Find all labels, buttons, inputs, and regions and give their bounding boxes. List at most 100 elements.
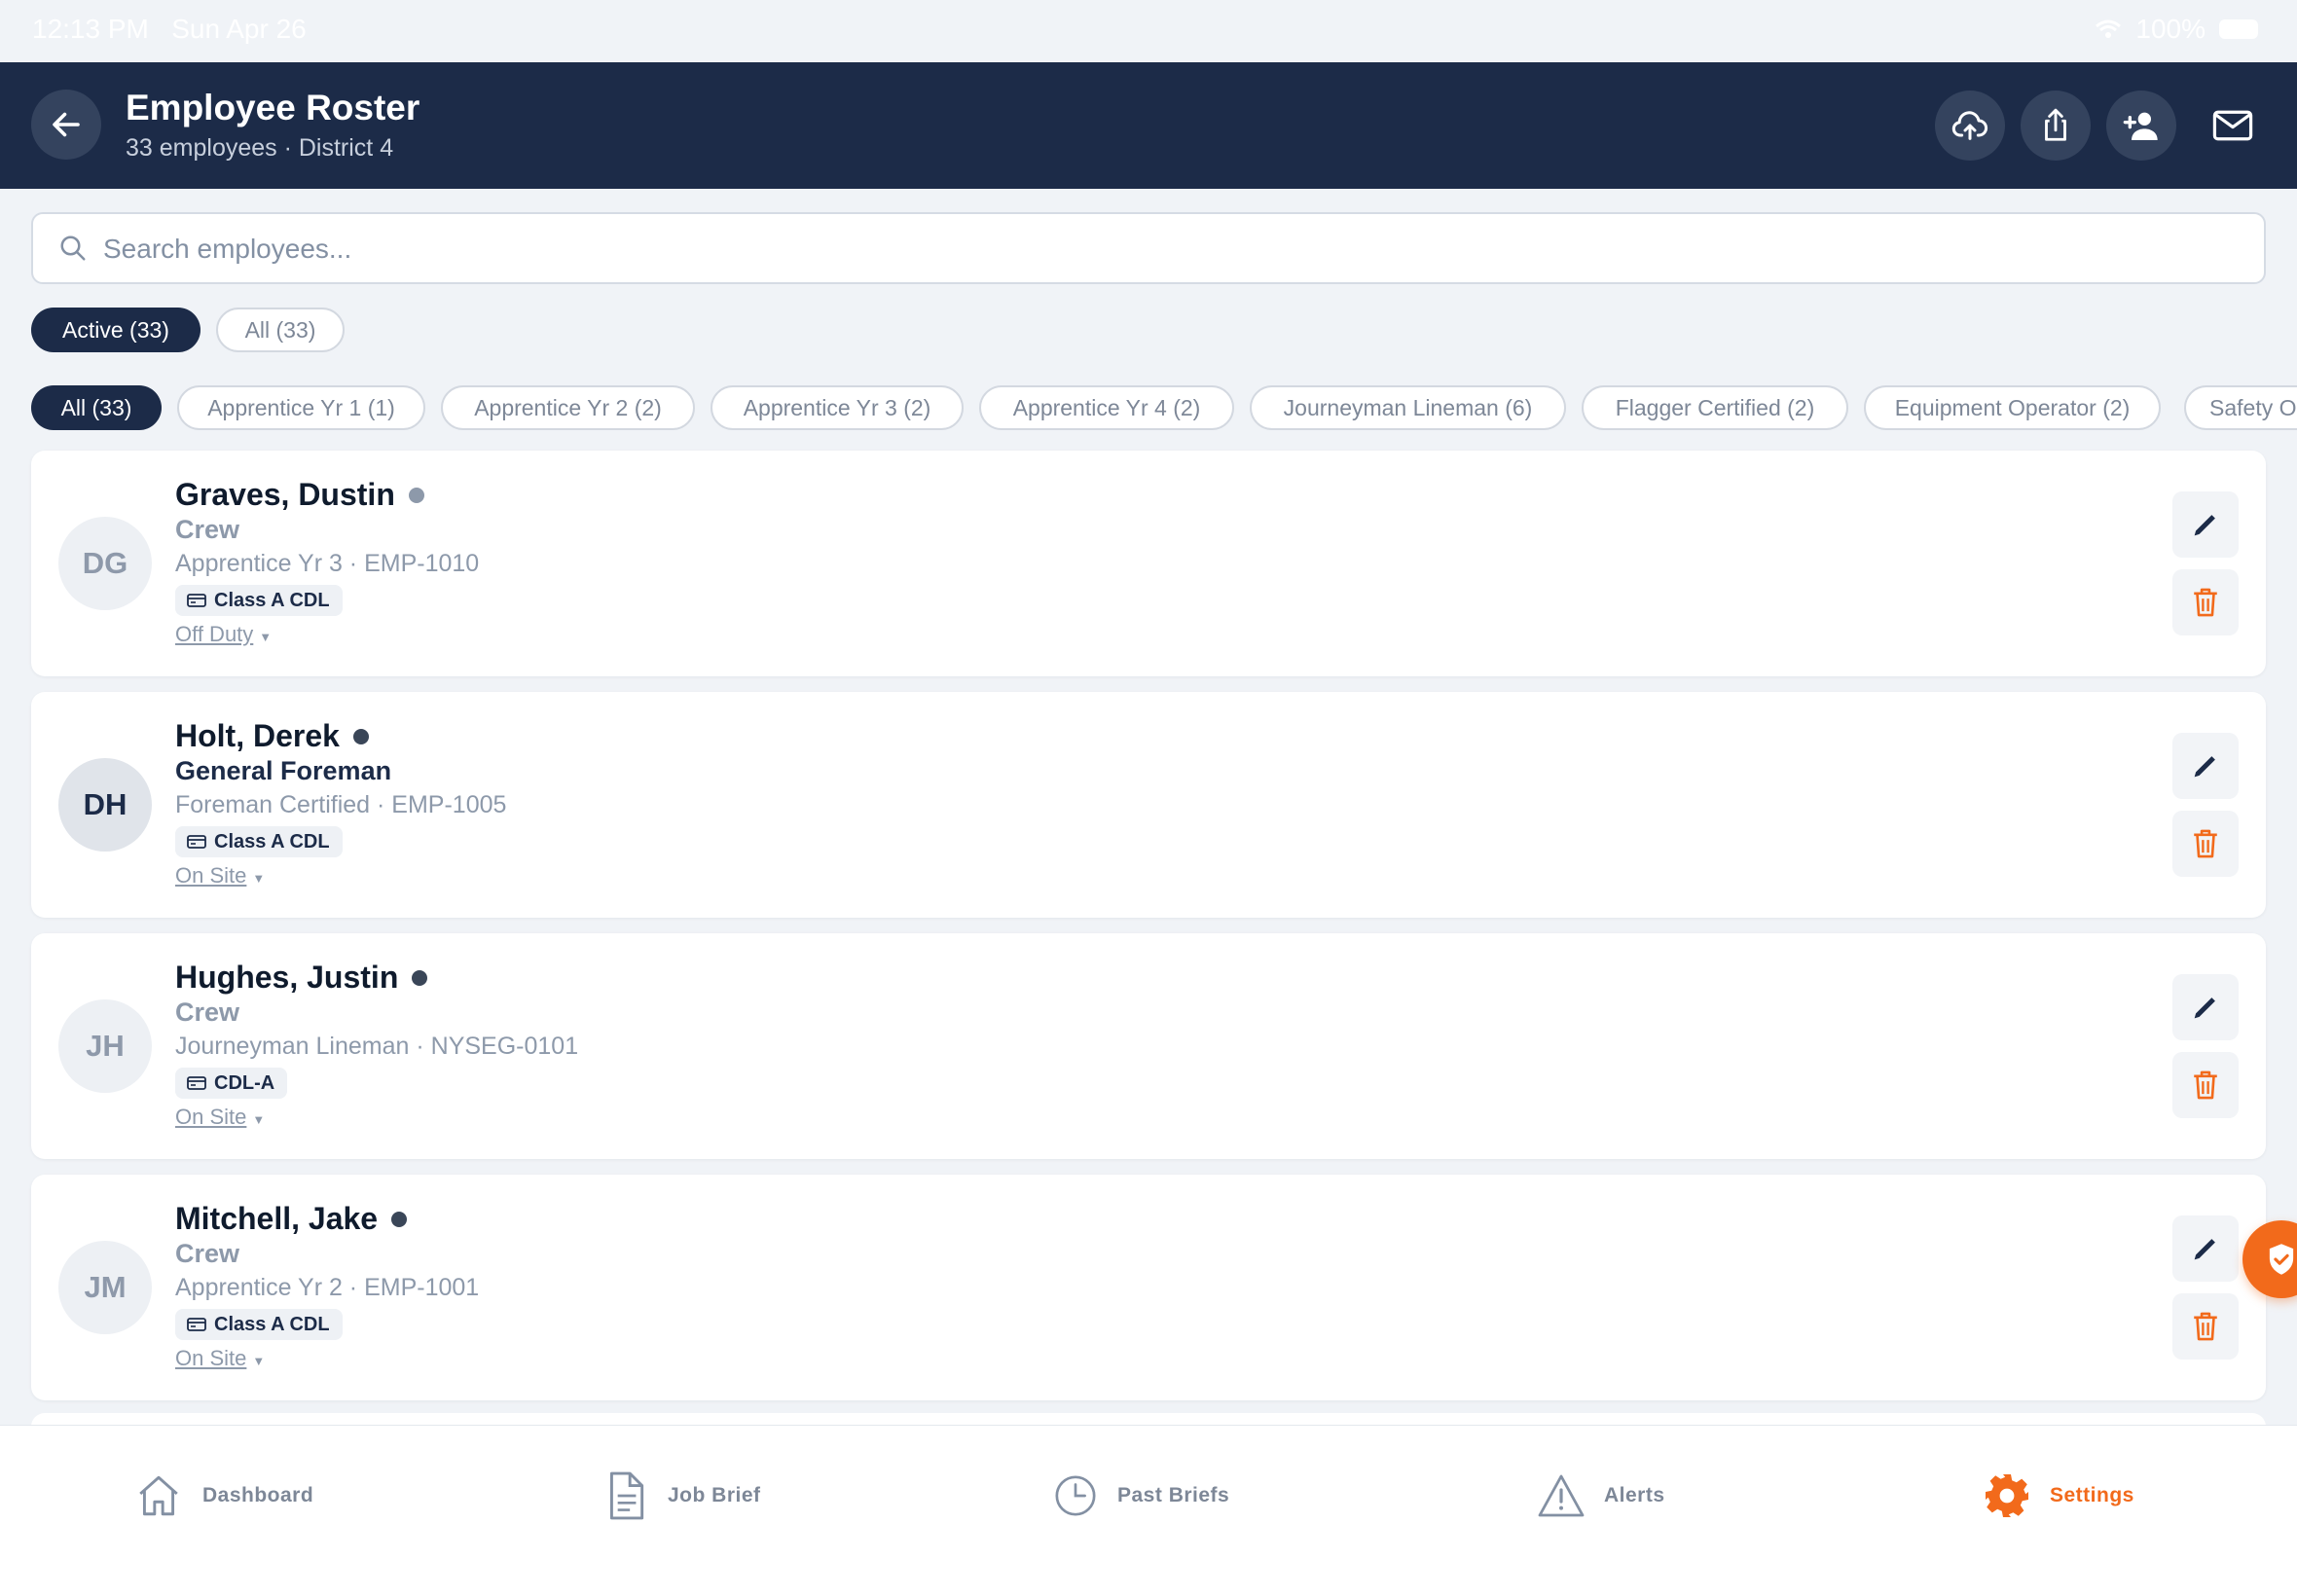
wifi-icon [2096, 19, 2122, 38]
mail-icon [2212, 110, 2253, 141]
role-filter-equipment-operator[interactable]: Equipment Operator (2) [1864, 385, 2161, 430]
upload-button[interactable] [1935, 91, 2005, 161]
license-label: CDL-A [214, 1071, 275, 1094]
tab-settings[interactable]: Settings [1984, 1467, 2134, 1525]
shield-check-icon [2269, 1244, 2294, 1275]
cloud-upload-icon [1951, 111, 1988, 140]
employee-name: Graves, Dustin [175, 477, 395, 512]
employee-card[interactable]: DG Graves, Dustin Crew Apprentice Yr 3 ·… [31, 451, 2266, 676]
role-filter-apprentice-yr3[interactable]: Apprentice Yr 3 (2) [711, 385, 964, 430]
employee-name: Mitchell, Jake [175, 1201, 379, 1236]
duty-status-dropdown[interactable]: On Site ▼ [175, 1105, 265, 1130]
page-title: Employee Roster [126, 88, 420, 127]
delete-button[interactable] [2172, 811, 2239, 877]
employee-name: Hughes, Justin [175, 960, 399, 995]
tab-label: Settings [2050, 1484, 2134, 1506]
employee-role: Crew [175, 515, 240, 544]
license-badge: Class A CDL [175, 826, 343, 857]
delete-button[interactable] [2172, 569, 2239, 635]
trash-icon [2194, 829, 2217, 858]
caret-down-icon: ▼ [252, 871, 266, 886]
duty-status-dropdown[interactable]: On Site ▼ [175, 863, 265, 889]
license-badge: Class A CDL [175, 1309, 343, 1340]
role-filter-flagger-certified[interactable]: Flagger Certified (2) [1582, 385, 1848, 430]
duty-status-dropdown[interactable]: Off Duty ▼ [175, 622, 272, 647]
trash-icon [2194, 588, 2217, 617]
share-icon [2045, 108, 2066, 141]
caret-down-icon: ▼ [259, 630, 273, 644]
tab-dashboard[interactable]: Dashboard [134, 1467, 313, 1525]
license-badge: CDL-A [175, 1068, 288, 1099]
back-button[interactable] [31, 90, 101, 160]
id-card-icon [187, 835, 206, 849]
tab-alerts[interactable]: Alerts [1538, 1467, 1665, 1525]
role-filter-strip: All (33) Apprentice Yr 1 (1) Apprentice … [0, 383, 2297, 432]
search-bar [31, 212, 2266, 284]
name-row: Graves, Dustin [175, 477, 424, 513]
trash-icon [2194, 1312, 2217, 1341]
warning-icon [1538, 1474, 1585, 1517]
employee-card[interactable]: JM Mitchell, Jake Crew Apprentice Yr 2 ·… [31, 1175, 2266, 1400]
status-indicators: 100% [2095, 14, 2258, 45]
status-time: 12:13 PM Sun Apr 26 [32, 14, 307, 44]
page-subtitle: 33 employees · District 4 [126, 134, 394, 162]
pencil-icon [2194, 1239, 2215, 1260]
employee-card[interactable]: DH Holt, Derek General Foreman Foreman C… [31, 692, 2266, 918]
mail-button[interactable] [2198, 91, 2268, 161]
tab-label: Dashboard [202, 1484, 314, 1506]
role-filter-safety[interactable]: Safety O [2184, 385, 2297, 430]
edit-button[interactable] [2172, 1215, 2239, 1282]
tab-label: Job Brief [668, 1484, 761, 1506]
tab-past-briefs[interactable]: Past Briefs [1053, 1467, 1229, 1525]
bottom-tab-bar: Dashboard Job Brief Past Briefs Alerts S… [0, 1425, 2297, 1596]
avatar: JM [58, 1241, 152, 1334]
employee-role: Crew [175, 1239, 240, 1268]
share-button[interactable] [2021, 91, 2091, 161]
filter-active[interactable]: Active (33) [31, 308, 201, 352]
clock-icon [1055, 1475, 1096, 1516]
role-filter-journeyman-lineman[interactable]: Journeyman Lineman (6) [1250, 385, 1566, 430]
employee-detail: Apprentice Yr 3 · EMP-1010 [175, 550, 480, 577]
search-input[interactable] [103, 226, 2225, 272]
id-card-icon [187, 594, 206, 607]
role-filter-all[interactable]: All (33) [31, 385, 162, 430]
tab-job-brief[interactable]: Job Brief [603, 1467, 761, 1525]
battery-icon [2219, 19, 2258, 39]
employee-role: General Foreman [175, 756, 392, 785]
edit-button[interactable] [2172, 733, 2239, 799]
edit-button[interactable] [2172, 974, 2239, 1040]
pencil-icon [2194, 515, 2215, 536]
pencil-icon [2194, 756, 2215, 778]
add-employee-button[interactable] [2106, 91, 2176, 161]
employee-detail: Journeyman Lineman · NYSEG-0101 [175, 1033, 579, 1060]
caret-down-icon: ▼ [252, 1112, 266, 1127]
delete-button[interactable] [2172, 1293, 2239, 1360]
name-row: Mitchell, Jake [175, 1201, 408, 1237]
employee-card[interactable]: JH Hughes, Justin Crew Journeyman Linema… [31, 933, 2266, 1159]
employee-detail: Foreman Certified · EMP-1005 [175, 791, 507, 818]
delete-button[interactable] [2172, 1052, 2239, 1118]
role-filter-apprentice-yr2[interactable]: Apprentice Yr 2 (2) [441, 385, 695, 430]
name-row: Hughes, Justin [175, 960, 428, 996]
document-icon [609, 1471, 644, 1520]
app-header: Employee Roster 33 employees · District … [0, 62, 2297, 189]
id-card-icon [187, 1076, 206, 1090]
role-filter-apprentice-yr1[interactable]: Apprentice Yr 1 (1) [177, 385, 425, 430]
battery-percent: 100% [2135, 14, 2206, 44]
duty-status-dropdown[interactable]: On Site ▼ [175, 1346, 265, 1371]
edit-button[interactable] [2172, 491, 2239, 558]
trash-icon [2194, 1070, 2217, 1100]
status-bar: 12:13 PM Sun Apr 26 100% [0, 0, 2297, 62]
gear-icon [1986, 1474, 2028, 1517]
role-filter-apprentice-yr4[interactable]: Apprentice Yr 4 (2) [979, 385, 1234, 430]
search-icon [60, 236, 86, 261]
license-badge: Class A CDL [175, 585, 343, 616]
name-row: Holt, Derek [175, 718, 369, 754]
avatar: DH [58, 758, 152, 852]
back-arrow-icon [53, 112, 80, 137]
add-person-icon [2123, 112, 2158, 140]
filter-all-status[interactable]: All (33) [216, 308, 345, 352]
tab-label: Past Briefs [1117, 1484, 1230, 1506]
status-dot [412, 969, 428, 986]
employee-name: Holt, Derek [175, 718, 340, 753]
